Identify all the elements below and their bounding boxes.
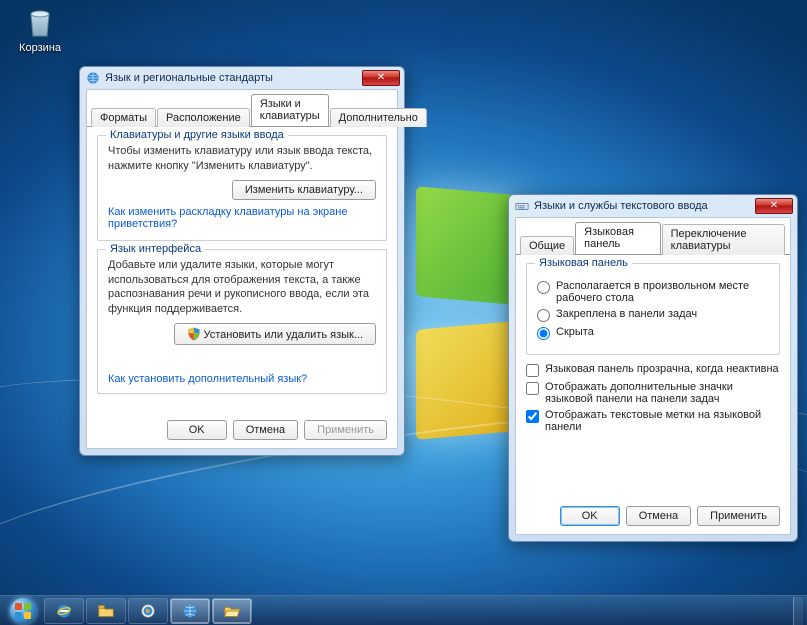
window-text-input-services[interactable]: Языки и службы текстового ввода ✕ Общие … [508, 194, 798, 542]
tab-keyboards-and-languages[interactable]: Языки и клавиатуры [251, 94, 329, 126]
group-description: Добавьте или удалите языки, которые могу… [108, 258, 376, 317]
keyboard-icon [515, 199, 529, 213]
apply-button[interactable]: Применить [697, 506, 780, 526]
wmp-icon [139, 602, 157, 620]
window-title: Язык и региональные стандарты [105, 72, 362, 84]
start-button[interactable] [4, 597, 42, 625]
ok-button[interactable]: OK [560, 506, 620, 526]
show-desktop-button[interactable] [793, 597, 803, 625]
checkbox-show-additional-icons[interactable]: Отображать дополнительные значки языково… [526, 381, 780, 405]
globe-icon [181, 602, 199, 620]
radio-input[interactable] [537, 327, 550, 340]
cancel-button[interactable]: Отмена [626, 506, 691, 526]
group-title: Клавиатуры и другие языки ввода [106, 129, 288, 141]
group-description: Чтобы изменить клавиатуру или язык ввода… [108, 144, 376, 174]
tab-keyboard-switching[interactable]: Переключение клавиатуры [662, 224, 785, 255]
button-label: Установить или удалить язык... [204, 329, 364, 341]
checkbox-label: Отображать дополнительные значки языково… [545, 381, 780, 405]
close-button[interactable]: ✕ [755, 198, 793, 214]
taskbar-item-file-explorer[interactable] [86, 598, 126, 624]
tab-general[interactable]: Общие [520, 236, 574, 255]
checkbox-show-text-labels[interactable]: Отображать текстовые метки на языковой п… [526, 409, 780, 433]
cancel-button[interactable]: Отмена [233, 420, 298, 440]
ie-icon [55, 602, 73, 620]
group-title: Язык интерфейса [106, 243, 205, 255]
tab-content: Клавиатуры и другие языки ввода Чтобы из… [87, 126, 397, 412]
apply-button[interactable]: Применить [304, 420, 387, 440]
globe-icon [86, 71, 100, 85]
radio-floating[interactable]: Располагается в произвольном месте рабоч… [537, 280, 769, 304]
window-region-language[interactable]: Язык и региональные стандарты ✕ Форматы … [79, 66, 405, 456]
radio-label: Располагается в произвольном месте рабоч… [556, 280, 769, 304]
link-install-additional-language[interactable]: Как установить дополнительный язык? [108, 373, 307, 385]
checkbox-label: Отображать текстовые метки на языковой п… [545, 409, 780, 433]
window-title: Языки и службы текстового ввода [534, 200, 755, 212]
folder-icon [97, 602, 115, 620]
folder-open-icon [223, 602, 241, 620]
dialog-button-row: OK Отмена Применить [87, 412, 397, 448]
group-display-language: Язык интерфейса Добавьте или удалите язы… [97, 249, 387, 394]
checkbox-input[interactable] [526, 364, 539, 377]
radio-input[interactable] [537, 309, 550, 322]
recycle-bin-icon [22, 4, 58, 40]
checkbox-transparent-when-inactive[interactable]: Языковая панель прозрачна, когда неактив… [526, 363, 780, 377]
radio-label: Скрыта [556, 326, 594, 338]
checkbox-label: Языковая панель прозрачна, когда неактив… [545, 363, 779, 375]
radio-label: Закреплена в панели задач [556, 308, 697, 320]
desktop-icon-recycle-bin[interactable]: Корзина [10, 4, 70, 54]
taskbar-item-media-player[interactable] [128, 598, 168, 624]
tab-language-bar[interactable]: Языковая панель [575, 222, 660, 254]
tab-location[interactable]: Расположение [157, 108, 250, 127]
install-uninstall-language-button[interactable]: Установить или удалить язык... [174, 323, 377, 345]
taskbar-item-region-language[interactable] [170, 598, 210, 624]
dialog-button-row: OK Отмена Применить [516, 498, 790, 534]
radio-hidden[interactable]: Скрыта [537, 326, 769, 340]
tab-formats[interactable]: Форматы [91, 108, 156, 127]
taskbar[interactable] [0, 595, 807, 625]
tab-content: Языковая панель Располагается в произвол… [516, 254, 790, 498]
checkbox-input[interactable] [526, 382, 539, 395]
desktop-icon-label: Корзина [10, 42, 70, 54]
tabstrip: Общие Языковая панель Переключение клави… [516, 218, 790, 254]
tab-advanced[interactable]: Дополнительно [330, 108, 427, 127]
titlebar[interactable]: Язык и региональные стандарты ✕ [80, 67, 404, 89]
close-button[interactable]: ✕ [362, 70, 400, 86]
titlebar[interactable]: Языки и службы текстового ввода ✕ [509, 195, 797, 217]
taskbar-item-internet-explorer[interactable] [44, 598, 84, 624]
group-keyboards: Клавиатуры и другие языки ввода Чтобы из… [97, 135, 387, 241]
ok-button[interactable]: OK [167, 420, 227, 440]
taskbar-item-open-folder[interactable] [212, 598, 252, 624]
change-keyboard-button[interactable]: Изменить клавиатуру... [232, 180, 376, 200]
radio-docked-taskbar[interactable]: Закреплена в панели задач [537, 308, 769, 322]
uac-shield-icon [187, 327, 201, 341]
group-language-bar: Языковая панель Располагается в произвол… [526, 263, 780, 355]
tabstrip: Форматы Расположение Языки и клавиатуры … [87, 90, 397, 126]
radio-input[interactable] [537, 281, 550, 294]
link-welcome-screen-layout[interactable]: Как изменить раскладку клавиатуры на экр… [108, 206, 347, 230]
checkbox-input[interactable] [526, 410, 539, 423]
group-title: Языковая панель [535, 257, 632, 269]
